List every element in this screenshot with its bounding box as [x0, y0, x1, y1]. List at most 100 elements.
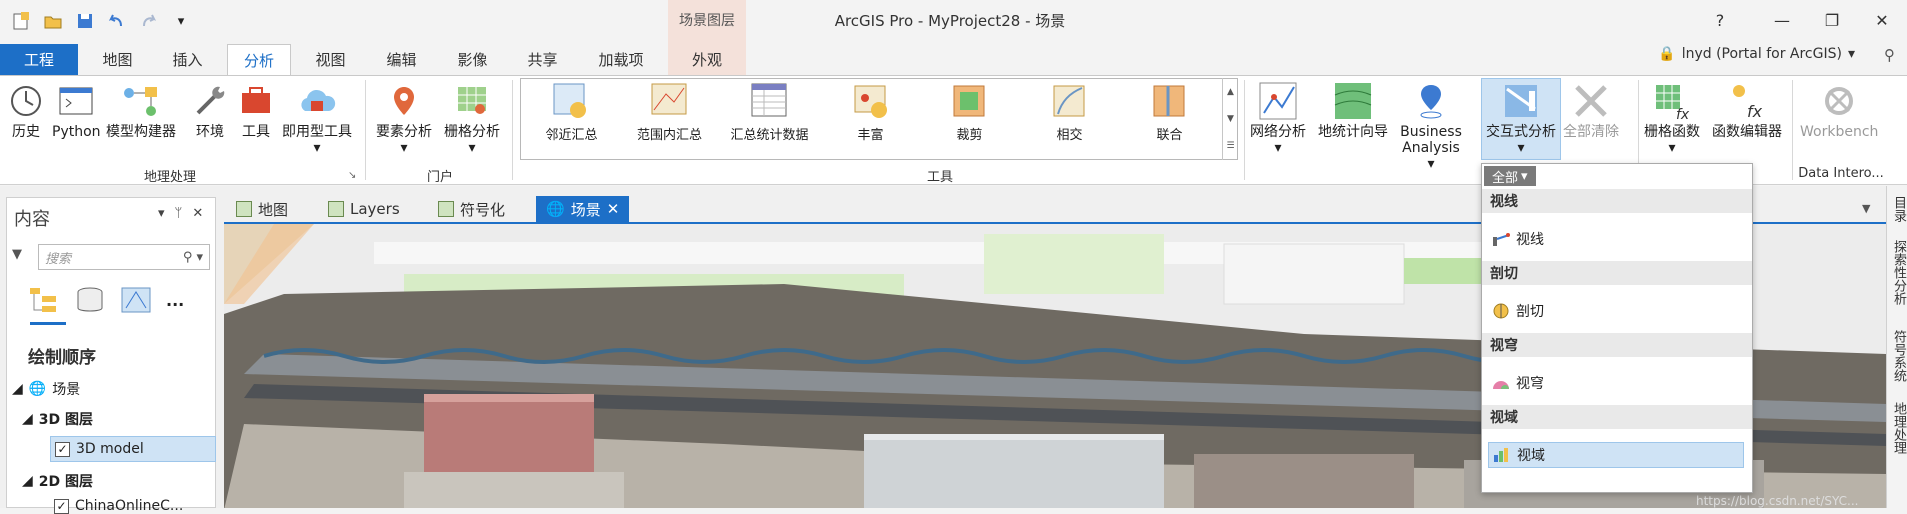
toolbox-icon	[236, 78, 276, 124]
tree-item-basemap[interactable]: ✓ ChinaOnlineC...	[54, 498, 183, 514]
chevron-down-icon: ▾	[1847, 46, 1855, 62]
gallery-item-enrich[interactable]: 丰富	[823, 80, 918, 143]
expand-icon[interactable]: ◢	[22, 411, 33, 427]
gallery-expand-icon[interactable]: ☰	[1226, 141, 1234, 151]
tab-project[interactable]: 工程	[0, 44, 78, 75]
tree-label-3d-model: 3D model	[76, 441, 144, 457]
tab-addins[interactable]: 加载项	[585, 44, 657, 75]
model-builder-button[interactable]: 模型构建器	[106, 78, 176, 140]
layer-visibility-checkbox[interactable]: ✓	[55, 441, 70, 457]
tab-edit[interactable]: 编辑	[374, 44, 429, 75]
business-analysis-button[interactable]: Business Analysis ▾	[1400, 78, 1462, 172]
layer-visibility-checkbox[interactable]: ✓	[54, 498, 69, 514]
more-icon[interactable]: ...	[166, 291, 184, 310]
model-builder-icon	[121, 78, 161, 124]
interactive-analysis-button[interactable]: 交互式分析 ▾	[1482, 78, 1560, 156]
ribbon-separator	[1792, 80, 1793, 180]
gallery-item-summary-statistics[interactable]: 汇总统计数据	[722, 80, 817, 143]
dialog-launcher-icon[interactable]: ↘	[348, 170, 356, 181]
dropdown-item-view-dome[interactable]: 视穹	[1488, 370, 1744, 396]
tab-imagery[interactable]: 影像	[445, 44, 500, 75]
auto-hide-icon[interactable]: ᛘ	[175, 206, 183, 221]
gallery-item-intersect[interactable]: 相交	[1022, 80, 1117, 143]
redo-icon[interactable]	[138, 10, 160, 32]
python-button[interactable]: Python	[52, 78, 101, 140]
environments-button[interactable]: 环境	[190, 78, 230, 140]
minimize-button[interactable]: —	[1762, 6, 1802, 34]
feature-analysis-button[interactable]: 要素分析 ▾	[376, 78, 432, 156]
side-pane-symbology[interactable]: 符号系统	[1889, 330, 1907, 382]
gallery-item-clip[interactable]: 裁剪	[922, 80, 1017, 143]
tab-view[interactable]: 视图	[303, 44, 358, 75]
tab-analysis[interactable]: 分析	[227, 44, 291, 76]
python-icon	[56, 78, 96, 124]
tree-item-scene[interactable]: ◢ 🌐 场景	[12, 379, 80, 399]
gallery-item-summarize-nearby[interactable]: 邻近汇总	[524, 80, 619, 143]
side-pane-geoprocessing[interactable]: 地理处理	[1889, 402, 1907, 454]
close-window-button[interactable]: ✕	[1862, 6, 1902, 34]
raster-functions-icon: fx	[1652, 78, 1692, 124]
expand-icon[interactable]: ◢	[12, 381, 23, 397]
network-analysis-button[interactable]: 网络分析 ▾	[1250, 78, 1306, 156]
clear-all-button[interactable]: 全部清除	[1563, 78, 1619, 140]
view-tab-map[interactable]: 地图	[226, 196, 298, 222]
history-label: 历史	[12, 124, 40, 140]
raster-analysis-button[interactable]: 栅格分析 ▾	[444, 78, 500, 156]
customize-qat-icon[interactable]: ▾	[170, 10, 192, 32]
open-project-icon[interactable]	[42, 10, 64, 32]
dropdown-item-viewshed[interactable]: 视域	[1488, 442, 1744, 468]
view-tab-symbology[interactable]: 符号化	[428, 196, 515, 222]
gallery-item-union[interactable]: 联合	[1122, 80, 1217, 143]
workbench-icon	[1819, 78, 1859, 124]
tree-item-2d-layers[interactable]: ◢ 2D 图层	[22, 471, 93, 491]
dropdown-item-line-of-sight[interactable]: 视线	[1488, 226, 1744, 252]
draw-order-heading: 绘制顺序	[28, 348, 96, 368]
tab-map[interactable]: 地图	[90, 44, 145, 75]
tree-item-3d-layers[interactable]: ◢ 3D 图层	[22, 409, 93, 429]
help-button[interactable]: ?	[1700, 6, 1740, 34]
expand-icon[interactable]: ◢	[22, 473, 33, 489]
list-by-drawing-order-icon[interactable]	[28, 286, 60, 314]
save-icon[interactable]	[74, 10, 96, 32]
side-pane-exploratory-analysis[interactable]: 探索性分析	[1889, 240, 1907, 305]
side-pane-catalog[interactable]: 目录	[1889, 196, 1907, 222]
view-tab-layers[interactable]: Layers	[318, 196, 410, 222]
pane-options-icon[interactable]: ▾	[158, 206, 165, 221]
filter-icon[interactable]: ▼	[12, 247, 22, 262]
close-pane-icon[interactable]: ✕	[192, 206, 203, 221]
raster-functions-button[interactable]: fx 栅格函数 ▾	[1644, 78, 1700, 156]
list-by-data-source-icon[interactable]	[74, 286, 106, 314]
tree-item-3d-model[interactable]: ✓ 3D model	[50, 436, 216, 462]
history-button[interactable]: 历史	[6, 78, 46, 140]
gallery-scroll[interactable]: ▲ ▼ ☰	[1222, 78, 1238, 160]
view-tab-layers-label: Layers	[350, 200, 400, 218]
dropdown-filter[interactable]: 全部 ▾	[1484, 166, 1536, 186]
search-input[interactable]: 搜索 ⚲ ▾	[38, 244, 210, 270]
user-account[interactable]: 🔒 lnyd (Portal for ArcGIS) ▾	[1658, 46, 1855, 62]
scroll-down-icon[interactable]: ▼	[1227, 114, 1234, 124]
tab-appearance[interactable]: 外观	[678, 44, 736, 75]
dropdown-item-slice[interactable]: 剖切	[1488, 298, 1744, 324]
tab-insert[interactable]: 插入	[160, 44, 215, 75]
undo-icon[interactable]	[106, 10, 128, 32]
tools-button[interactable]: 工具	[236, 78, 276, 140]
new-project-icon[interactable]	[10, 10, 32, 32]
function-editor-button[interactable]: fx 函数编辑器	[1712, 78, 1782, 140]
gallery-item-summarize-within[interactable]: 范围内汇总	[622, 80, 717, 143]
workbench-button[interactable]: Workbench	[1800, 78, 1878, 140]
tab-share[interactable]: 共享	[515, 44, 570, 75]
close-tab-icon[interactable]: ✕	[607, 200, 620, 218]
scroll-up-icon[interactable]: ▲	[1227, 87, 1234, 97]
list-by-selection-icon[interactable]	[120, 286, 152, 314]
pin-icon[interactable]: ⚲	[1884, 46, 1895, 64]
ready-to-use-tools-button[interactable]: 即用型工具 ▾	[282, 78, 352, 156]
business-analysis-icon	[1411, 78, 1451, 124]
view-tabs-overflow-icon[interactable]: ▼	[1862, 202, 1870, 215]
geostatistical-wizard-button[interactable]: 地统计向导	[1318, 78, 1388, 140]
raster-analysis-label: 栅格分析	[444, 124, 500, 140]
chevron-down-icon: ▾	[1517, 140, 1525, 156]
restore-button[interactable]: ❐	[1812, 6, 1852, 34]
history-icon	[6, 78, 46, 124]
view-tab-scene[interactable]: 🌐 场景 ✕	[536, 196, 630, 222]
search-icon: ⚲ ▾	[182, 249, 203, 265]
